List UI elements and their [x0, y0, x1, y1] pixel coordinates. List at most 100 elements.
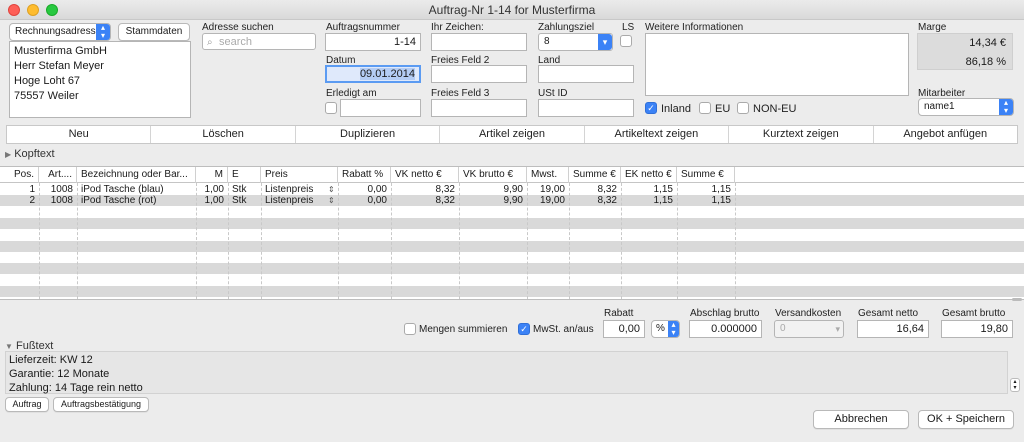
- duplizieren-button[interactable]: Duplizieren: [296, 126, 441, 143]
- column-header-mwst[interactable]: Mwst.: [527, 167, 569, 183]
- table-row[interactable]: 2 1008 iPod Tasche (rot) 1,00 Stk Listenpreis…: [0, 195, 1024, 207]
- table-row[interactable]: [0, 274, 1024, 285]
- column-header-ek-summe[interactable]: Summe €: [677, 167, 735, 183]
- cell-artikel[interactable]: 1008: [39, 184, 77, 195]
- versandkosten-select[interactable]: 0 ▾: [774, 320, 844, 338]
- freies-feld-3-field[interactable]: [431, 99, 527, 117]
- cell-vk-brutto[interactable]: 9,90: [459, 184, 527, 195]
- table-row[interactable]: 1 1008 iPod Tasche (blau) 1,00 Stk Listenprei…: [0, 184, 1024, 195]
- cell-preis[interactable]: Listenpreis: [261, 184, 338, 195]
- artikel-zeigen-button[interactable]: Artikel zeigen: [440, 126, 585, 143]
- column-header-bezeichnung[interactable]: Bezeichnung oder Bar...: [77, 167, 196, 183]
- cell-vk-netto[interactable]: 8,32: [391, 195, 459, 206]
- horizontal-scrollbar[interactable]: [1012, 298, 1022, 301]
- cell-pos[interactable]: 2: [0, 195, 39, 206]
- column-header-summe[interactable]: Summe €: [569, 167, 621, 183]
- cell-ek-summe[interactable]: 1,15: [677, 184, 735, 195]
- column-header-pos[interactable]: Pos.: [0, 167, 39, 183]
- mengen-summieren-checkbox[interactable]: [404, 323, 416, 335]
- ls-checkbox[interactable]: [620, 35, 632, 47]
- table-row[interactable]: [0, 252, 1024, 263]
- noneu-checkbox[interactable]: [737, 102, 749, 114]
- table-row[interactable]: [0, 285, 1024, 297]
- freies-feld-2-field[interactable]: [431, 65, 527, 83]
- cell-einheit[interactable]: Stk: [228, 184, 261, 195]
- mwst-checkbox[interactable]: ✓: [518, 323, 530, 335]
- auftrag-button[interactable]: Auftrag: [5, 397, 49, 412]
- rabatt-field[interactable]: 0,00: [603, 320, 645, 338]
- neu-button[interactable]: Neu: [7, 126, 152, 143]
- erledigt-checkbox[interactable]: [325, 102, 337, 114]
- column-header-preis[interactable]: Preis: [261, 167, 338, 183]
- ihr-zeichen-field[interactable]: [431, 33, 527, 51]
- column-header-vk-brutto[interactable]: VK brutto €: [459, 167, 527, 183]
- column-header-vk-netto[interactable]: VK netto €: [391, 167, 459, 183]
- abschlag-field[interactable]: 0.000000: [689, 320, 762, 338]
- close-window-icon[interactable]: [8, 4, 20, 16]
- ustid-field[interactable]: [538, 99, 634, 117]
- cell-vk-netto[interactable]: 8,32: [391, 184, 459, 195]
- land-field[interactable]: [538, 65, 634, 83]
- column-header-menge[interactable]: M: [196, 167, 228, 183]
- column-header-einheit[interactable]: E: [228, 167, 261, 183]
- table-row[interactable]: [0, 229, 1024, 240]
- erledigt-field[interactable]: [340, 99, 421, 117]
- preis-stepper-icon[interactable]: ⇕: [328, 184, 335, 195]
- address-textarea[interactable]: Musterfirma GmbH Herr Stefan Meyer Hoge …: [9, 41, 191, 118]
- fusstext-stepper[interactable]: ▴ ▾: [1010, 378, 1020, 392]
- stammdaten-button[interactable]: Stammdaten: [118, 23, 190, 41]
- rabatt-unit-select[interactable]: % ▴ ▾: [651, 320, 680, 338]
- auftragsbestaetigung-button[interactable]: Auftragsbestätigung: [53, 397, 149, 412]
- address-type-select[interactable]: Rechnungsadresse ▴ ▾: [9, 23, 111, 41]
- positions-table[interactable]: Pos. Art.... Bezeichnung oder Bar... M E Prei…: [0, 166, 1024, 300]
- datum-field[interactable]: 09.01.2014: [325, 65, 421, 83]
- cell-summe[interactable]: 8,32: [569, 184, 621, 195]
- table-row[interactable]: [0, 240, 1024, 252]
- table-row[interactable]: [0, 207, 1024, 218]
- cell-summe[interactable]: 8,32: [569, 195, 621, 206]
- auftragsnummer-field[interactable]: 1-14: [325, 33, 421, 51]
- cell-menge[interactable]: 1,00: [196, 195, 228, 206]
- cell-rabatt[interactable]: 0,00: [338, 184, 391, 195]
- kurztext-zeigen-button[interactable]: Kurztext zeigen: [729, 126, 874, 143]
- angebot-anfuegen-button[interactable]: Angebot anfügen: [874, 126, 1017, 143]
- column-header-artikel[interactable]: Art....: [39, 167, 77, 183]
- cell-einheit[interactable]: Stk: [228, 195, 261, 206]
- kopftext-disclosure[interactable]: ▶ Kopftext: [5, 148, 55, 160]
- gesamt-netto-field[interactable]: 16,64: [857, 320, 929, 338]
- cell-ek-summe[interactable]: 1,15: [677, 195, 735, 206]
- cell-menge[interactable]: 1,00: [196, 184, 228, 195]
- loeschen-button[interactable]: Löschen: [151, 126, 296, 143]
- preis-stepper-icon[interactable]: ⇕: [328, 195, 335, 206]
- cell-pos[interactable]: 1: [0, 184, 39, 195]
- cell-mwst[interactable]: 19,00: [527, 195, 569, 206]
- gesamt-brutto-field[interactable]: 19,80: [941, 320, 1013, 338]
- weitere-info-label: Weitere Informationen: [645, 22, 744, 33]
- address-search-input[interactable]: ⌕ search: [202, 33, 316, 50]
- minimize-window-icon[interactable]: [27, 4, 39, 16]
- cell-preis[interactable]: Listenpreis: [261, 195, 338, 206]
- cell-vk-brutto[interactable]: 9,90: [459, 195, 527, 206]
- fusstext-textarea[interactable]: Lieferzeit: KW 12 Garantie: 12 Monate Za…: [5, 351, 1008, 394]
- table-row[interactable]: [0, 217, 1024, 229]
- inland-checkbox[interactable]: ✓: [645, 102, 657, 114]
- abbrechen-button[interactable]: Abbrechen: [813, 410, 909, 429]
- column-header-ek-netto[interactable]: EK netto €: [621, 167, 677, 183]
- cell-bezeichnung[interactable]: iPod Tasche (blau): [77, 184, 196, 195]
- zoom-window-icon[interactable]: [46, 4, 58, 16]
- zahlungsziel-select[interactable]: 8 ▾: [538, 33, 613, 51]
- table-row[interactable]: [0, 263, 1024, 275]
- weitere-info-textarea[interactable]: [645, 33, 909, 96]
- artikeltext-zeigen-button[interactable]: Artikeltext zeigen: [585, 126, 730, 143]
- eu-checkbox[interactable]: [699, 102, 711, 114]
- cell-ek-netto[interactable]: 1,15: [621, 195, 677, 206]
- cell-mwst[interactable]: 19,00: [527, 184, 569, 195]
- cell-artikel[interactable]: 1008: [39, 195, 77, 206]
- column-header-rabatt[interactable]: Rabatt %: [338, 167, 391, 183]
- cell-bezeichnung[interactable]: iPod Tasche (rot): [77, 195, 196, 206]
- column-divider: [677, 183, 678, 299]
- mitarbeiter-select[interactable]: name1 ▴ ▾: [918, 98, 1014, 116]
- cell-ek-netto[interactable]: 1,15: [621, 184, 677, 195]
- ok-speichern-button[interactable]: OK + Speichern: [918, 410, 1014, 429]
- cell-rabatt[interactable]: 0,00: [338, 195, 391, 206]
